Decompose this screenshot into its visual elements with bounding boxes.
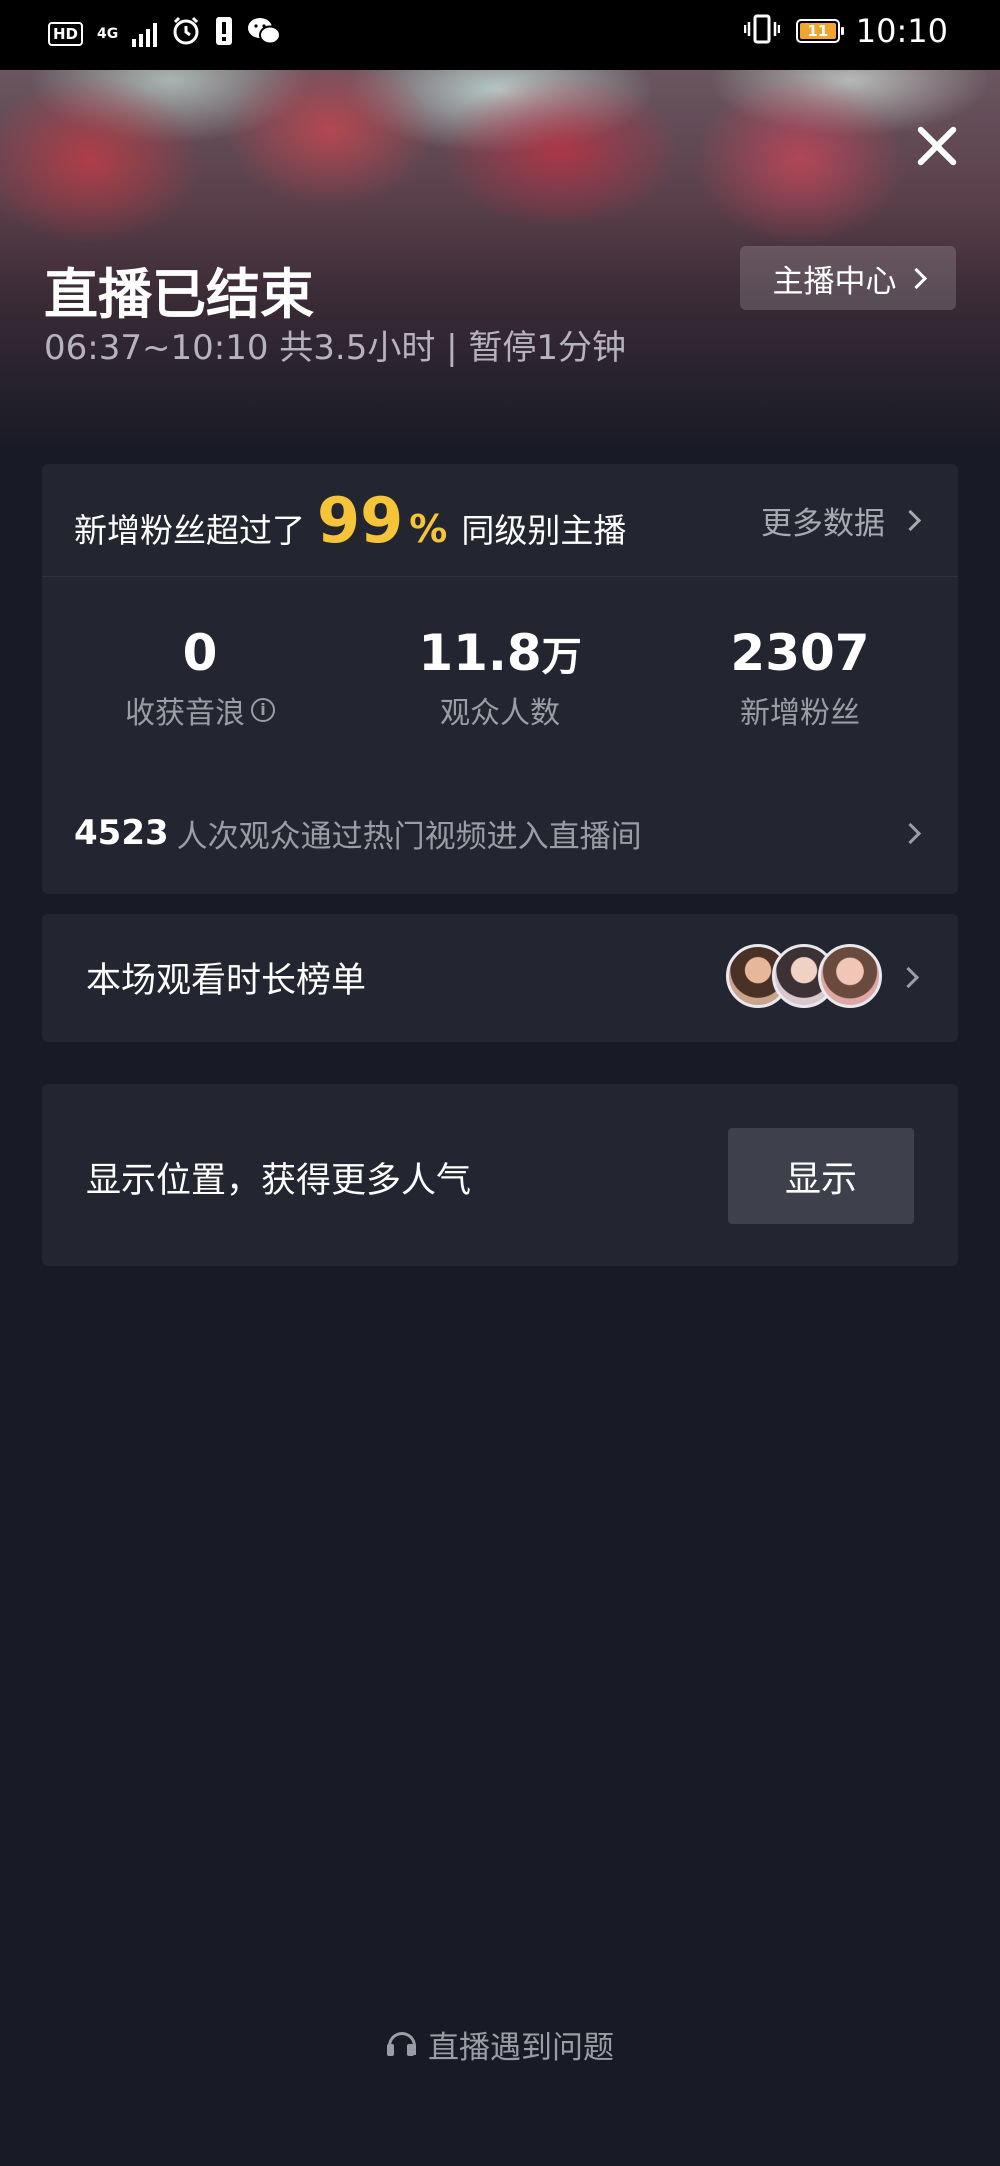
more-data-link[interactable]: 更多数据 xyxy=(761,498,922,543)
headline-percent: 99 xyxy=(317,484,404,557)
location-label: 显示位置，获得更多人气 xyxy=(86,1161,472,1201)
stat-value: 0 xyxy=(182,624,218,682)
chevron-right-icon xyxy=(905,267,927,289)
battery-level: 11 xyxy=(807,22,829,40)
stat-label: 新增粉丝 xyxy=(740,696,860,731)
hd-icon: HD xyxy=(48,22,84,46)
help-label: 直播遇到问题 xyxy=(428,2030,614,2066)
stat-value: 11.8 xyxy=(418,624,542,682)
headline-prefix: 新增粉丝超过了 xyxy=(74,511,305,550)
more-data-label: 更多数据 xyxy=(761,506,885,542)
headline-percent-sign: % xyxy=(409,507,448,551)
stat-label: 收获音浪 xyxy=(125,696,245,731)
alert-icon xyxy=(215,16,233,52)
battery-icon: 11 xyxy=(795,19,844,43)
headline-suffix: 同级别主播 xyxy=(461,511,627,550)
headset-icon xyxy=(386,2030,416,2060)
stats-card: 新增粉丝超过了 99 % 同级别主播 更多数据 0 收获音浪 i 11.8万 观… xyxy=(42,464,958,894)
status-bar: HD 4G 11 10:10 xyxy=(0,0,1000,70)
ranking-avatars xyxy=(726,944,882,1008)
streamer-center-button[interactable]: 主播中心 xyxy=(740,246,956,310)
watch-time-ranking-card[interactable]: 本场观看时长榜单 xyxy=(42,914,958,1042)
close-icon[interactable] xyxy=(908,118,964,174)
avatar xyxy=(818,944,882,1008)
stat-unit: 万 xyxy=(541,634,582,680)
stat-label: 观众人数 xyxy=(440,696,560,731)
chevron-right-icon xyxy=(897,966,920,989)
info-icon[interactable]: i xyxy=(251,698,275,722)
stat-value-wrap: 11.8万 xyxy=(350,624,650,682)
hot-text: 人次观众通过热门视频进入直播间 xyxy=(176,818,642,855)
wechat-icon xyxy=(247,16,282,52)
vibrate-icon xyxy=(743,14,781,48)
followers-rank-row: 新增粉丝超过了 99 % 同级别主播 更多数据 xyxy=(42,464,958,577)
status-time: 10:10 xyxy=(855,12,948,50)
ranking-label: 本场观看时长榜单 xyxy=(86,961,367,1001)
show-location-button[interactable]: 显示 xyxy=(728,1128,914,1224)
streamer-center-label: 主播中心 xyxy=(772,263,897,300)
alarm-icon xyxy=(171,16,201,52)
live-duration: 06:37~10:10 共3.5小时 | 暂停1分钟 xyxy=(44,328,627,368)
chevron-right-icon xyxy=(899,822,922,844)
hot-count: 4523 xyxy=(74,813,169,853)
hot-video-traffic-row[interactable]: 4523 人次观众通过热门视频进入直播间 xyxy=(74,808,922,858)
live-summary-page: HD 4G 11 10:10 直播已结束 06:37~10:10 共3.5小时 … xyxy=(0,0,1000,2166)
network-label: 4G xyxy=(97,26,119,42)
stat-value: 2307 xyxy=(730,624,870,682)
signal-icon xyxy=(132,21,158,47)
chevron-right-icon xyxy=(899,509,922,532)
stat-new-followers: 2307 新增粉丝 xyxy=(650,624,950,732)
stat-viewers: 11.8万 观众人数 xyxy=(350,624,650,732)
stat-sound-waves: 0 收获音浪 i xyxy=(50,624,350,732)
location-card: 显示位置，获得更多人气 显示 xyxy=(42,1084,958,1266)
live-problem-link[interactable]: 直播遇到问题 xyxy=(0,2022,1000,2067)
page-title: 直播已结束 xyxy=(44,263,314,326)
